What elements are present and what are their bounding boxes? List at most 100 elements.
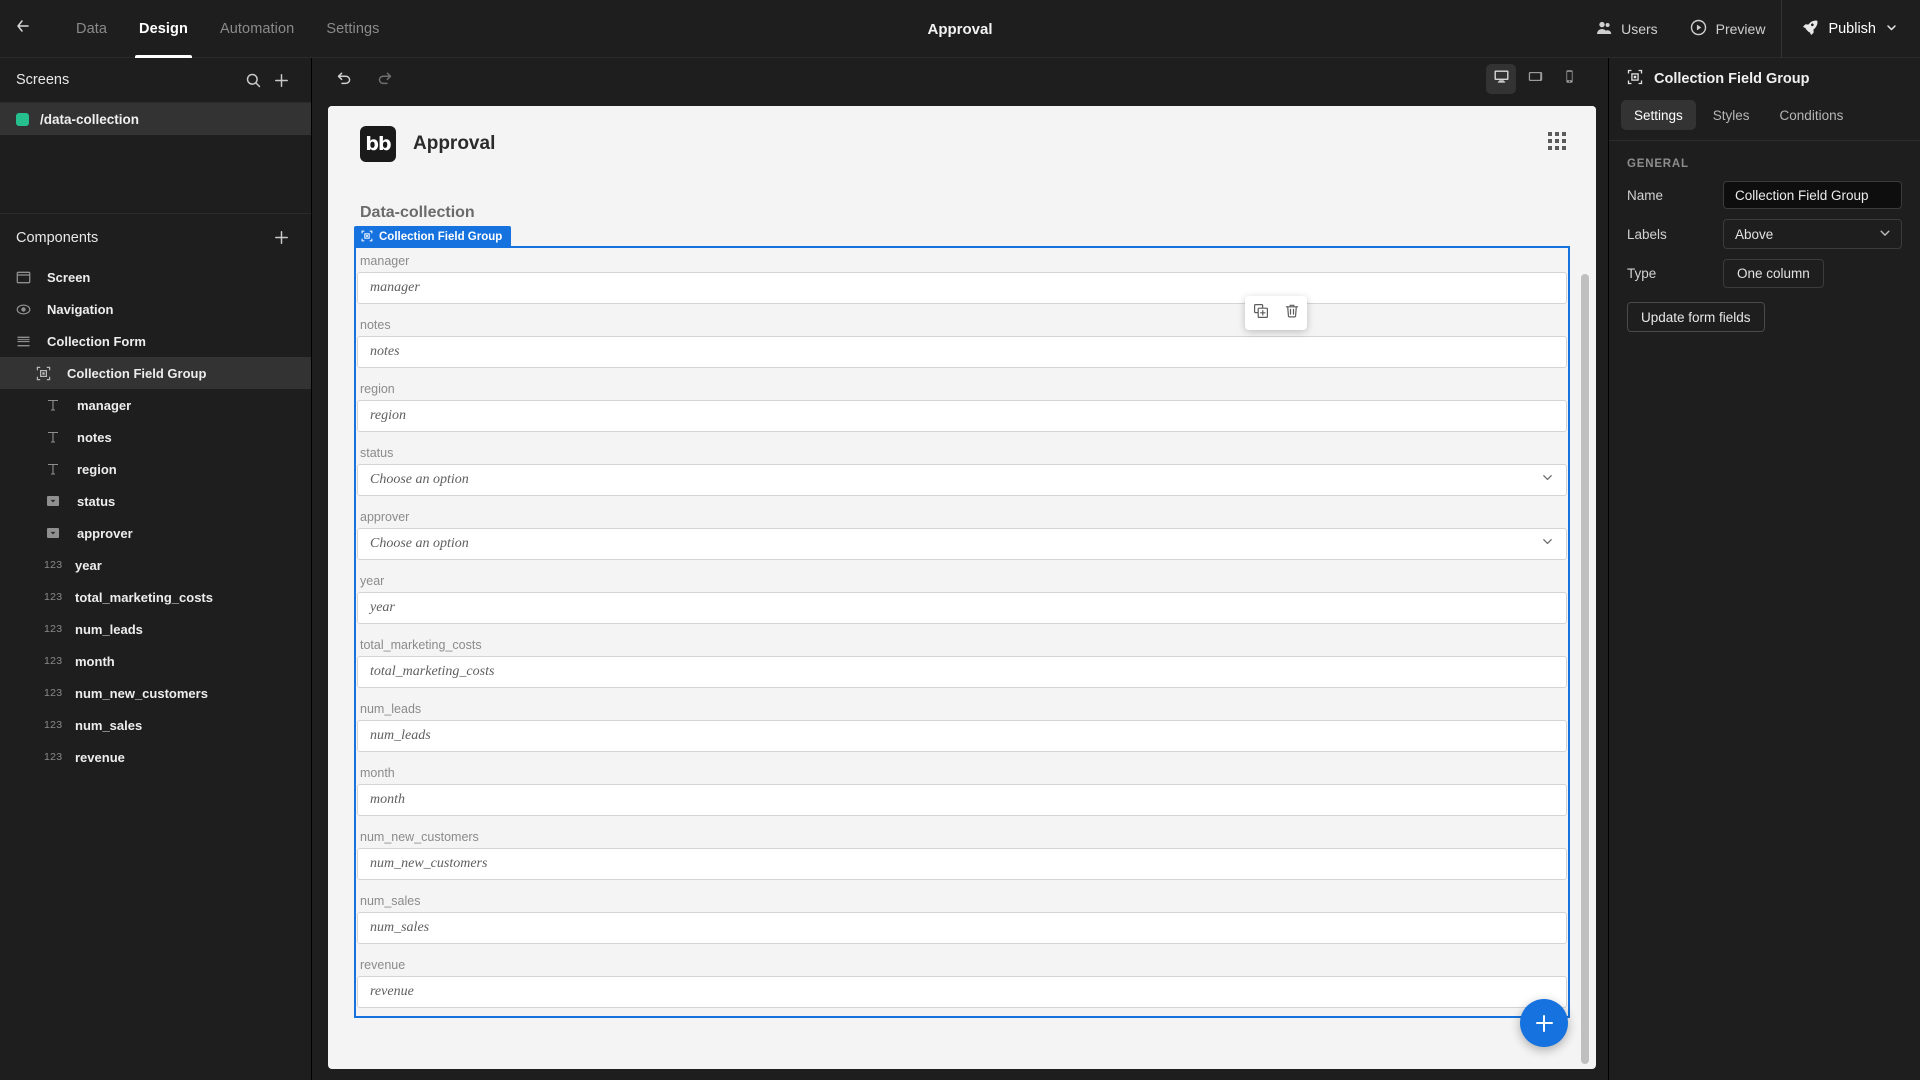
field-input-manager[interactable]: manager	[357, 272, 1567, 304]
chevron-down-icon	[1878, 226, 1892, 243]
number-icon: 123	[44, 591, 63, 603]
text-icon	[46, 398, 68, 412]
preview-button[interactable]: Preview	[1674, 0, 1782, 58]
component-item-total-marketing-costs[interactable]: 123 total_marketing_costs	[0, 581, 311, 613]
top-bar: Data Design Automation Settings Approval…	[0, 0, 1920, 58]
field-select-approver[interactable]: Choose an option	[357, 528, 1567, 560]
redo-button[interactable]	[370, 65, 400, 95]
component-item-collection-form[interactable]: Collection Form	[0, 325, 311, 357]
select-icon	[46, 494, 68, 508]
publish-button[interactable]: Publish	[1782, 0, 1920, 58]
field-input-notes[interactable]: notes	[357, 336, 1567, 368]
field-placeholder: year	[370, 600, 395, 615]
component-item-screen[interactable]: Screen	[0, 261, 311, 293]
field-placeholder: Choose an option	[370, 536, 469, 551]
type-label: Type	[1627, 266, 1657, 281]
settings-tabs: Settings Styles Conditions	[1609, 100, 1920, 141]
add-screen-icon[interactable]	[267, 66, 295, 94]
component-item-label: Collection Form	[47, 333, 146, 349]
field-input-num-leads[interactable]: num_leads	[357, 720, 1567, 752]
tab-conditions[interactable]: Conditions	[1767, 100, 1857, 130]
component-item-collection-field-group[interactable]: Collection Field Group	[0, 357, 311, 389]
preview-label: Preview	[1715, 21, 1766, 37]
duplicate-button[interactable]	[1249, 301, 1273, 325]
number-icon: 123	[44, 719, 63, 731]
components-section: Components Screen Navigation Collection …	[0, 213, 311, 773]
field-input-total-marketing-costs[interactable]: total_marketing_costs	[357, 656, 1567, 688]
search-icon[interactable]	[239, 66, 267, 94]
field-row-num-leads: num_leads num_leads	[356, 696, 1568, 752]
type-option-one-column[interactable]: One column	[1723, 259, 1824, 288]
field-input-num-new-customers[interactable]: num_new_customers	[357, 848, 1567, 880]
right-settings-panel: Collection Field Group Settings Styles C…	[1608, 58, 1920, 1080]
form-fields: manager manager notes notes region regio…	[356, 248, 1568, 1008]
app-menu-button[interactable]	[1548, 132, 1566, 150]
tab-styles[interactable]: Styles	[1700, 100, 1763, 130]
component-item-region[interactable]: region	[0, 453, 311, 485]
component-item-approver[interactable]: approver	[0, 517, 311, 549]
navigation-icon	[16, 302, 38, 317]
component-item-navigation[interactable]: Navigation	[0, 293, 311, 325]
canvas-area: bb Approval Data-collection Collection F…	[312, 58, 1608, 1080]
component-item-num-sales[interactable]: 123 num_sales	[0, 709, 311, 741]
field-placeholder: notes	[370, 344, 400, 359]
field-row-status: status Choose an option	[356, 440, 1568, 496]
canvas-scrollbar[interactable]	[1581, 274, 1589, 1069]
component-item-label: notes	[77, 429, 112, 445]
field-input-year[interactable]: year	[357, 592, 1567, 624]
device-tablet-button[interactable]	[1520, 64, 1550, 94]
general-section-title: GENERAL	[1627, 158, 1689, 170]
field-input-month[interactable]: month	[357, 784, 1567, 816]
component-item-revenue[interactable]: 123 revenue	[0, 741, 311, 773]
undo-button[interactable]	[328, 65, 358, 95]
canvas-toolbar	[312, 58, 1608, 101]
app-logo: bb	[360, 126, 396, 162]
component-item-notes[interactable]: notes	[0, 421, 311, 453]
component-item-month[interactable]: 123 month	[0, 645, 311, 677]
field-group-icon	[361, 230, 373, 245]
component-item-manager[interactable]: manager	[0, 389, 311, 421]
field-row-num-new-customers: num_new_customers num_new_customers	[356, 824, 1568, 880]
left-sidebar: Screens /data-collection Components Scre…	[0, 58, 312, 1080]
users-button[interactable]: Users	[1580, 0, 1674, 58]
screens-title: Screens	[16, 72, 70, 88]
tab-settings[interactable]: Settings	[1621, 100, 1696, 130]
tab-settings[interactable]: Settings	[310, 0, 395, 58]
add-component-fab[interactable]	[1520, 999, 1568, 1047]
device-mobile-button[interactable]	[1554, 64, 1584, 94]
screen-item-data-collection[interactable]: /data-collection	[0, 103, 311, 135]
text-icon	[46, 430, 68, 444]
delete-button[interactable]	[1280, 301, 1304, 325]
chevron-down-icon	[1541, 535, 1554, 553]
users-icon	[1596, 20, 1612, 39]
field-row-revenue: revenue revenue	[356, 952, 1568, 1008]
undo-redo-group	[328, 65, 400, 95]
add-component-icon[interactable]	[267, 224, 295, 252]
field-placeholder: region	[370, 408, 407, 423]
device-desktop-button[interactable]	[1486, 64, 1516, 94]
tab-design[interactable]: Design	[123, 0, 204, 58]
field-input-revenue[interactable]: revenue	[357, 976, 1567, 1008]
name-label: Name	[1627, 187, 1664, 203]
field-select-status[interactable]: Choose an option	[357, 464, 1567, 496]
field-label: num_sales	[360, 894, 421, 908]
component-item-num-leads[interactable]: 123 num_leads	[0, 613, 311, 645]
component-item-num-new-customers[interactable]: 123 num_new_customers	[0, 677, 311, 709]
name-input[interactable]	[1723, 181, 1902, 209]
field-input-num-sales[interactable]: num_sales	[357, 912, 1567, 944]
component-item-status[interactable]: status	[0, 485, 311, 517]
update-form-fields-button[interactable]: Update form fields	[1627, 302, 1765, 332]
field-label: num_leads	[360, 702, 422, 716]
component-item-year[interactable]: 123 year	[0, 549, 311, 581]
tab-data[interactable]: Data	[60, 0, 123, 58]
selected-component-collection-field-group[interactable]: Collection Field Group manager manager n…	[354, 226, 1570, 1018]
field-placeholder: num_leads	[370, 728, 431, 743]
field-group-icon	[1627, 69, 1643, 89]
labels-select[interactable]: Above	[1723, 219, 1902, 249]
back-button[interactable]	[0, 0, 46, 58]
field-placeholder: num_new_customers	[370, 856, 488, 871]
tab-automation[interactable]: Automation	[204, 0, 310, 58]
text-icon	[46, 462, 68, 476]
field-label: month	[360, 766, 395, 780]
field-input-region[interactable]: region	[357, 400, 1567, 432]
